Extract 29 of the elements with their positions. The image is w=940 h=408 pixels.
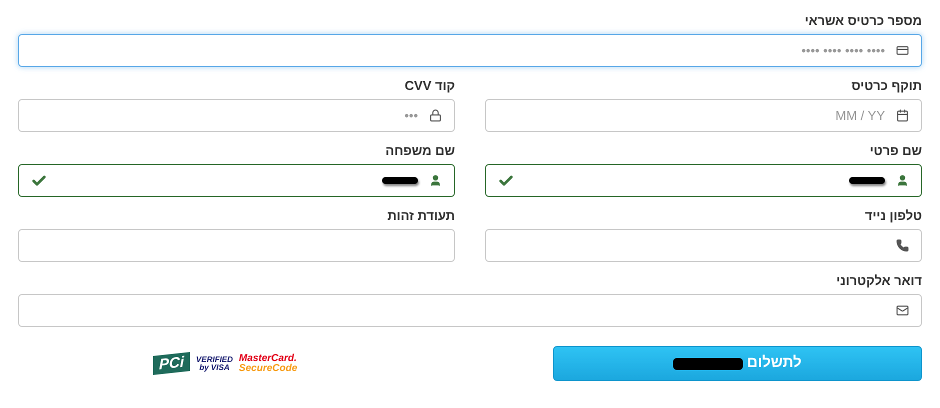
mastercard-securecode-logo: MasterCard. SecureCode <box>238 354 298 374</box>
placeholder-text: ••• <box>404 106 418 125</box>
field-label: מספר כרטיס אשראי <box>804 12 922 30</box>
mail-icon <box>896 304 908 317</box>
field-label: תעודת זהות <box>387 207 455 225</box>
input-field[interactable]: MM / YY <box>485 99 922 132</box>
input-field[interactable]: ••• <box>18 99 455 132</box>
field-label: קוד CVV <box>404 77 455 95</box>
input-field[interactable]: •••• •••• •••• •••• <box>18 34 922 67</box>
placeholder-text: MM / YY <box>835 106 885 125</box>
pay-button[interactable]: לתשלום <box>552 346 922 381</box>
lock-icon <box>428 109 442 122</box>
input-field[interactable] <box>18 164 455 197</box>
check-icon <box>31 172 47 188</box>
pci-logo: PCi <box>153 352 190 375</box>
placeholder-text: •••• •••• •••• •••• <box>801 42 885 60</box>
calendar-icon <box>896 109 908 122</box>
user-icon <box>428 174 442 187</box>
input-field[interactable] <box>485 164 922 197</box>
field-label: שם פרטי <box>870 142 922 160</box>
field-label: תוקף כרטיס <box>851 77 922 95</box>
check-icon <box>498 172 514 188</box>
user-icon <box>896 174 908 187</box>
verified-by-visa-logo: VERIFIED by VISA <box>196 356 233 372</box>
field-label: דואר אלקטרוני <box>836 272 922 290</box>
field-label: טלפון נייד <box>864 207 922 225</box>
phone-icon <box>896 239 908 252</box>
credit-card-icon <box>896 44 908 57</box>
field-label: שם משפחה <box>385 142 455 160</box>
